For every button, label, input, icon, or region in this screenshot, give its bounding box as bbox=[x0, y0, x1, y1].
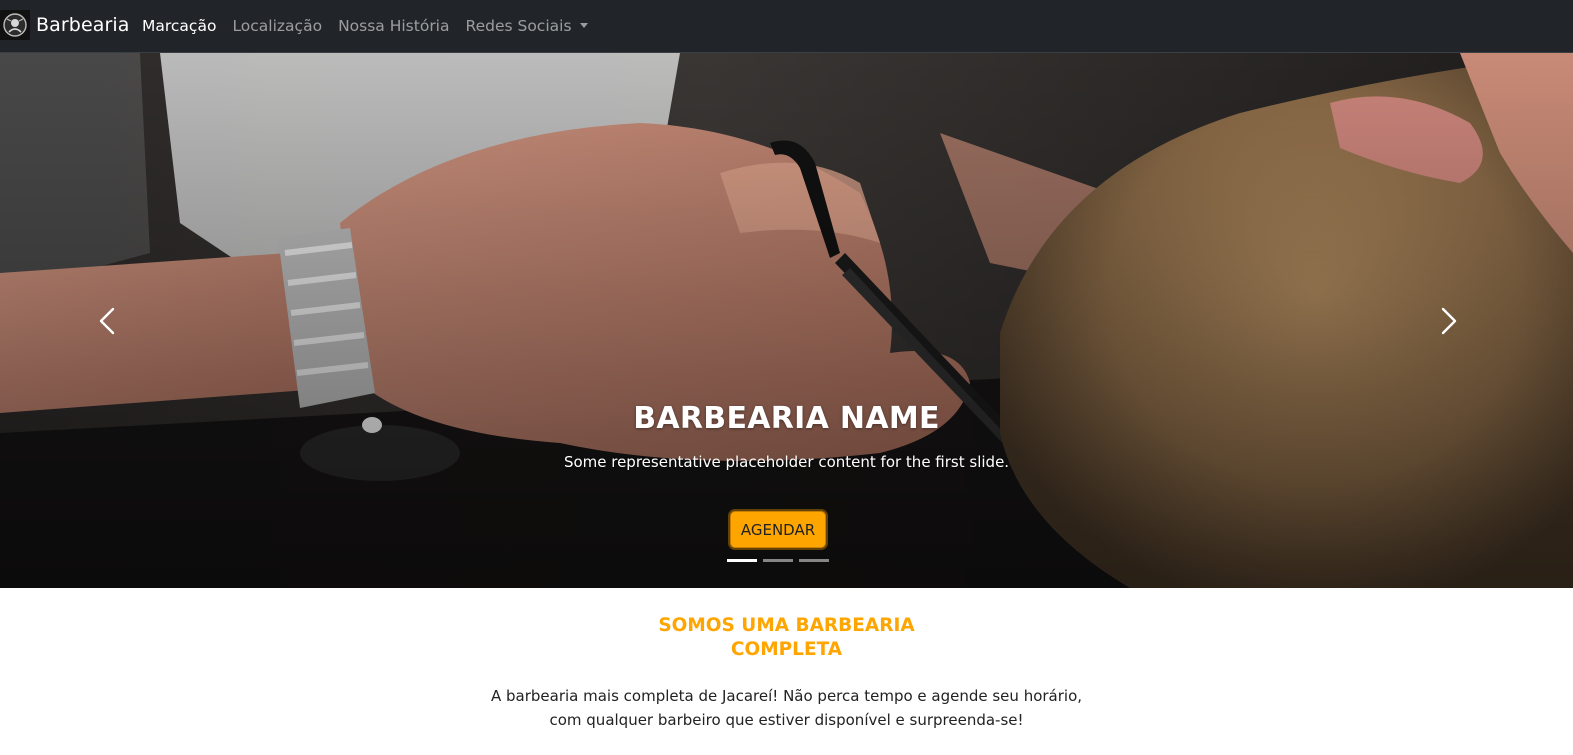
navbar: Barbearia Marcação Localização Nossa His… bbox=[0, 0, 1573, 53]
about-heading: SOMOS UMA BARBEARIA COMPLETA bbox=[0, 614, 1573, 662]
hero-slide-image bbox=[0, 53, 1573, 588]
carousel-indicator-2[interactable] bbox=[763, 559, 793, 562]
slide-title: BARBEARIA NAME bbox=[633, 401, 940, 436]
hero-carousel: BARBEARIA NAME Some representative place… bbox=[0, 53, 1573, 588]
brand-name: Barbearia bbox=[36, 14, 130, 36]
nav-dropdown-redes-sociais[interactable]: Redes Sociais bbox=[466, 17, 588, 35]
about-heading-line-2: COMPLETA bbox=[730, 639, 843, 660]
carousel-indicator-3[interactable] bbox=[799, 559, 829, 562]
chevron-left-icon bbox=[99, 307, 115, 335]
chevron-right-icon bbox=[1441, 307, 1457, 335]
nav-links: Marcação Localização Nossa História Rede… bbox=[142, 0, 604, 52]
carousel-next-button[interactable] bbox=[1424, 293, 1474, 349]
nav-link-localizacao[interactable]: Localização bbox=[232, 17, 322, 35]
nav-link-marcacao[interactable]: Marcação bbox=[142, 17, 216, 35]
slide-description: Some representative placeholder content … bbox=[563, 453, 1010, 471]
about-paragraph: A barbearia mais completa de Jacareí! Nã… bbox=[0, 684, 1573, 732]
nav-link-nossa-historia[interactable]: Nossa História bbox=[338, 17, 449, 35]
carousel-indicator-1[interactable] bbox=[727, 559, 757, 562]
about-paragraph-line-2: com qualquer barbeiro que estiver dispon… bbox=[549, 711, 1024, 729]
barber-logo-icon bbox=[0, 10, 30, 40]
caret-down-icon bbox=[579, 23, 588, 28]
brand-link[interactable]: Barbearia bbox=[0, 9, 130, 41]
agendar-button[interactable]: AGENDAR bbox=[730, 511, 826, 548]
carousel-indicators bbox=[727, 558, 835, 564]
about-heading-line-1: SOMOS UMA BARBEARIA bbox=[658, 615, 915, 636]
carousel-prev-button[interactable] bbox=[82, 293, 132, 349]
about-paragraph-line-1: A barbearia mais completa de Jacareí! Nã… bbox=[490, 687, 1083, 705]
nav-dropdown-label: Redes Sociais bbox=[465, 17, 572, 35]
